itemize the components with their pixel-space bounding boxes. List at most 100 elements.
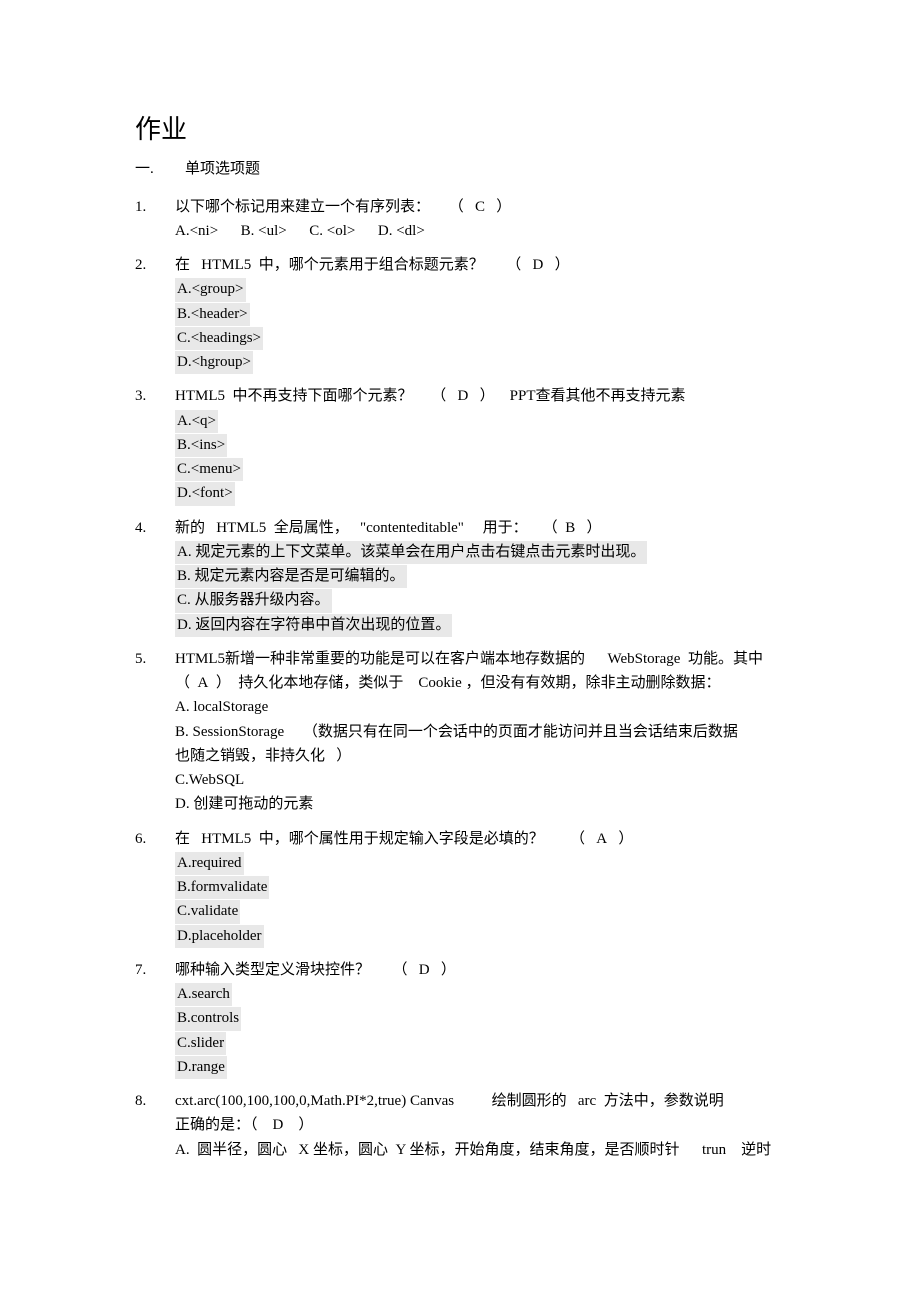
stem-text: 方法中，参数说明 (604, 1093, 724, 1109)
question-stem: 在 HTML5 中，哪个属性用于规定输入字段是必填的？ （ A ） (175, 828, 790, 851)
paren-left: （ (543, 520, 558, 536)
answer-letter: A (596, 831, 607, 847)
option-c: C.<menu> (175, 458, 243, 481)
option-a-text: X 坐标，圆心 (298, 1142, 388, 1158)
stem-text: 用于： (483, 520, 528, 536)
stem-text: arc (578, 1093, 596, 1109)
option-b: B.formvalidate (175, 876, 269, 899)
option-a: A.<q> (175, 410, 218, 433)
option-a-label: A. (175, 1142, 190, 1158)
question-2: 2. 在 HTML5 中，哪个元素用于组合标题元素？ （ D ） A.<grou… (135, 254, 790, 375)
paren-right: ） (496, 199, 511, 215)
answer-letter: B (565, 520, 575, 536)
option-b-note2: 也随之销毁，非持久化 (175, 748, 325, 764)
option-d: D.<font> (175, 482, 235, 505)
option-b-note: （数据只有在同一个会话中的页面才能访问并且当会话结束后数据 (303, 724, 738, 740)
option-a: A.required (175, 852, 244, 875)
stem-text: 新的 (175, 520, 205, 536)
question-stem: 以下哪个标记用来建立一个有序列表： （ C ） (175, 196, 790, 219)
option-c: C.slider (175, 1032, 226, 1055)
question-stem: 在 HTML5 中，哪个元素用于组合标题元素？ （ D ） (175, 254, 790, 277)
option-d: D.range (175, 1056, 227, 1079)
question-stem: 哪种输入类型定义滑块控件？ （ D ） (175, 959, 790, 982)
stem-text: 功能。其中 (688, 651, 763, 667)
option-d: D. <dl> (378, 223, 425, 239)
question-number: 5. (135, 648, 175, 818)
page-title: 作业 (135, 110, 790, 150)
option-d: D.<hgroup> (175, 351, 253, 374)
option-c: C. 从服务器升级内容。 (175, 589, 332, 612)
stem-text: 正确的是：（ (175, 1117, 258, 1133)
stem-text: 在 (175, 831, 190, 847)
option-b: B. SessionStorage (175, 724, 284, 740)
section-label: 单项选项题 (185, 158, 260, 181)
question-number: 3. (135, 385, 175, 506)
document-page: 作业 一. 单项选项题 1. 以下哪个标记用来建立一个有序列表： （ C ） A… (0, 0, 920, 1303)
option-b-note3: ） (336, 748, 351, 764)
stem-text: 全局属性， (274, 520, 349, 536)
answer-letter: D (419, 962, 430, 978)
options-row: A.<ni> B. <ul> C. <ol> D. <dl> (175, 220, 790, 243)
stem-text: ，但没有有效期，除非主动删除数据： (465, 675, 720, 691)
question-stem: HTML5 中不再支持下面哪个元素？ （ D ） PPT查看其他不再支持元素 (175, 385, 790, 408)
stem-text: HTML5新增一种非常重要的功能是可以在客户端本地存数据的 (175, 651, 585, 667)
question-6: 6. 在 HTML5 中，哪个属性用于规定输入字段是必填的？ （ A ） A.r… (135, 828, 790, 949)
stem-text: cxt.arc(100,100,100,0,Math.PI*2,true) Ca… (175, 1093, 454, 1109)
question-stem-line2: 正确的是：（ D ） (175, 1114, 790, 1137)
option-a: A.search (175, 983, 232, 1006)
option-b: B. <ul> (241, 223, 287, 239)
option-a-row: A. 圆半径，圆心 X 坐标，圆心 Y 坐标，开始角度，结束角度，是否顺时针 t… (175, 1139, 790, 1162)
question-3: 3. HTML5 中不再支持下面哪个元素？ （ D ） PPT查看其他不再支持元… (135, 385, 790, 506)
question-number: 7. (135, 959, 175, 1080)
stem-text: HTML5 (175, 388, 225, 404)
stem-text: 在 (175, 257, 190, 273)
paren-left: （ (175, 675, 190, 691)
option-a-text: Y 坐标，开始角度，结束角度，是否顺时针 (395, 1142, 679, 1158)
stem-text: HTML5 (201, 831, 251, 847)
answer-letter: C (475, 199, 485, 215)
option-b: B.<header> (175, 303, 250, 326)
paren-right: ） (618, 831, 633, 847)
paren-right: ） (586, 520, 601, 536)
stem-text: 中，哪个元素用于组合标题元素？ (259, 257, 484, 273)
option-a-text: 圆半径，圆心 (197, 1142, 287, 1158)
stem-text: 绘制圆形的 (492, 1093, 567, 1109)
option-c: C.<headings> (175, 327, 263, 350)
paren-right: ） (555, 257, 570, 273)
stem-text: 以下哪个标记用来建立一个有序列表： (175, 199, 430, 215)
option-a: A. 规定元素的上下文菜单。该菜单会在用户点击右键点击元素时出现。 (175, 541, 647, 564)
option-b: B. 规定元素内容是否是可编辑的。 (175, 565, 407, 588)
question-4: 4. 新的 HTML5 全局属性， "contenteditable" 用于： … (135, 517, 790, 638)
question-number: 1. (135, 196, 175, 245)
stem-text: 持久化本地存储，类似于 (238, 675, 403, 691)
question-5: 5. HTML5新增一种非常重要的功能是可以在客户端本地存数据的 WebStor… (135, 648, 790, 818)
option-a: A.<ni> (175, 223, 218, 239)
stem-text: Cookie (418, 675, 461, 691)
stem-text: WebStorage (608, 651, 681, 667)
stem-text: ） (298, 1117, 313, 1133)
paren-right: ） (216, 675, 231, 691)
section-number: 一. (135, 158, 185, 181)
option-a: A. localStorage (175, 699, 268, 715)
option-d: D.placeholder (175, 925, 264, 948)
stem-text: 中，哪个属性用于规定输入字段是必填的？ (259, 831, 544, 847)
stem-text: HTML5 (216, 520, 266, 536)
paren-right: ） (480, 388, 495, 404)
option-a: A.<group> (175, 278, 246, 301)
answer-letter: D (273, 1117, 284, 1133)
question-number: 2. (135, 254, 175, 375)
option-b: B.<ins> (175, 434, 227, 457)
paren-left: （ (393, 962, 408, 978)
question-stem: cxt.arc(100,100,100,0,Math.PI*2,true) Ca… (175, 1090, 790, 1113)
stem-text: HTML5 (201, 257, 251, 273)
stem-text: 中不再支持下面哪个元素？ (233, 388, 413, 404)
question-7: 7. 哪种输入类型定义滑块控件？ （ D ） A.search B.contro… (135, 959, 790, 1080)
paren-left: （ (506, 257, 521, 273)
section-heading: 一. 单项选项题 (135, 158, 790, 181)
paren-left: （ (431, 388, 446, 404)
option-b: B.controls (175, 1007, 241, 1030)
answer-letter: D (458, 388, 469, 404)
paren-right: ） (441, 962, 456, 978)
option-c: C.WebSQL (175, 772, 244, 788)
question-stem: 新的 HTML5 全局属性， "contenteditable" 用于： （ B… (175, 517, 790, 540)
